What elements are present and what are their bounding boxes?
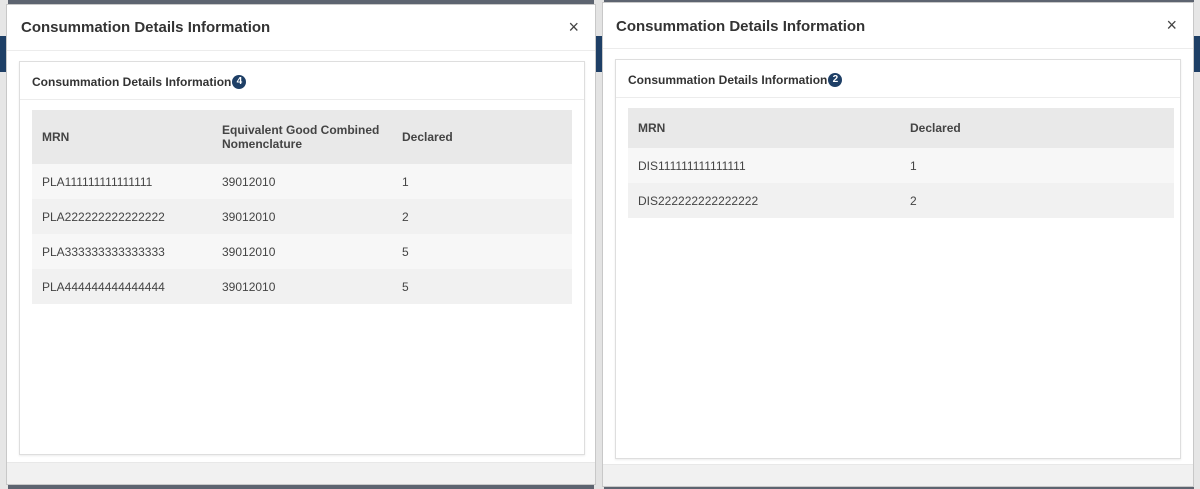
cell-mrn: PLA222222222222222: [42, 209, 165, 224]
cell-declared: 5: [402, 244, 409, 259]
cell-declared: 1: [910, 158, 917, 173]
column-header-mrn: MRN: [638, 121, 666, 135]
card-title-text: Consummation Details Information: [628, 73, 828, 87]
card-header: Consummation Details Information 2: [616, 60, 1180, 98]
background-nav-bar: [1194, 36, 1200, 72]
card-title: Consummation Details Information 4: [32, 75, 247, 89]
cell-declared: 5: [402, 279, 409, 294]
cell-nomenclature: 39012010: [222, 244, 276, 259]
cell-mrn: PLA333333333333333: [42, 244, 165, 259]
consummation-modal-left: Consummation Details Information × Consu…: [6, 4, 596, 485]
close-icon[interactable]: ×: [568, 18, 579, 36]
table-row: PLA222222222222222 39012010 2: [32, 199, 572, 234]
table-header-row: MRN Equivalent Good Combined Nomenclatur…: [32, 110, 572, 164]
cell-declared: 1: [402, 174, 409, 189]
column-header-declared: Declared: [402, 130, 453, 144]
table-row: PLA111111111111111 39012010 1: [32, 164, 572, 199]
close-icon[interactable]: ×: [1166, 16, 1177, 34]
details-card: Consummation Details Information 4 MRN Eq…: [19, 61, 585, 455]
cell-nomenclature: 39012010: [222, 209, 276, 224]
modal-header: Consummation Details Information ×: [7, 5, 595, 51]
column-header-nomenclature: Equivalent Good Combined Nomenclature: [222, 123, 380, 151]
cell-declared: 2: [402, 209, 409, 224]
card-title: Consummation Details Information 2: [628, 73, 843, 87]
modal-header: Consummation Details Information ×: [603, 3, 1193, 49]
modal-footer: [603, 464, 1193, 486]
consummation-table: MRN Equivalent Good Combined Nomenclatur…: [32, 110, 572, 304]
modal-title: Consummation Details Information: [21, 19, 271, 36]
card-header: Consummation Details Information 4: [20, 62, 584, 100]
cell-nomenclature: 39012010: [222, 279, 276, 294]
modal-footer: [7, 462, 595, 484]
cell-mrn: PLA111111111111111: [42, 174, 153, 189]
consummation-table: MRN Declared DIS111111111111111 1 DIS222…: [628, 108, 1174, 218]
cell-declared: 2: [910, 193, 917, 208]
cell-mrn: PLA444444444444444: [42, 279, 165, 294]
table-header-row: MRN Declared: [628, 108, 1174, 148]
card-title-text: Consummation Details Information: [32, 75, 232, 89]
column-header-mrn: MRN: [42, 130, 70, 144]
details-card: Consummation Details Information 2 MRN De…: [615, 59, 1181, 459]
table-row: DIS222222222222222 2: [628, 183, 1174, 218]
table-row: PLA333333333333333 39012010 5: [32, 234, 572, 269]
cell-nomenclature: 39012010: [222, 174, 276, 189]
count-badge: 4: [232, 75, 247, 89]
consummation-modal-right: Consummation Details Information × Consu…: [602, 2, 1194, 487]
table-row: DIS111111111111111 1: [628, 148, 1174, 183]
cell-mrn: DIS111111111111111: [638, 158, 746, 173]
cell-mrn: DIS222222222222222: [638, 193, 759, 208]
background-page-edge-right: [1194, 0, 1200, 489]
table-row: PLA444444444444444 39012010 5: [32, 269, 572, 304]
column-header-declared: Declared: [910, 121, 961, 135]
modal-title: Consummation Details Information: [616, 18, 866, 35]
count-badge: 2: [828, 73, 843, 87]
